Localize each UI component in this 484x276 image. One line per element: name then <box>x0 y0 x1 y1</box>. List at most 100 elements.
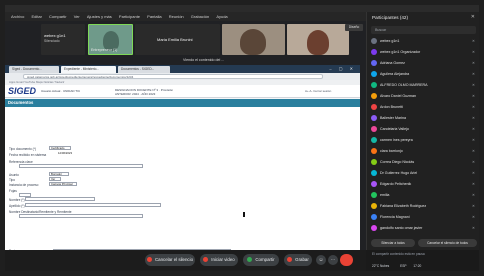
language-indicator[interactable]: ESP <box>400 264 406 268</box>
mic-muted-icon: ✕ <box>471 61 475 65</box>
video-tile-active-speaker[interactable]: Entrepreneur (1) <box>88 24 133 55</box>
participant-row[interactable]: gandolfo santo omar javier ✕ <box>371 224 477 232</box>
video-tile[interactable]: webex g1n1 Silenciado <box>41 24 85 55</box>
apellido-input[interactable] <box>25 203 161 207</box>
mic-muted-icon: ✕ <box>471 215 475 219</box>
menu-item-pantalla[interactable]: Pantalla <box>147 14 161 19</box>
participant-row[interactable]: Candelaria Vallejo ✕ <box>371 125 477 133</box>
participant-row[interactable]: Alvaro Daniel Guzman ✕ <box>371 92 477 100</box>
menu-item-ver[interactable]: Ver <box>74 14 80 19</box>
participant-row[interactable]: Adriana Gomez ✕ <box>371 59 477 67</box>
participant-row[interactable]: carmen ines pereyra ✕ <box>371 136 477 144</box>
menu-item-ajustes[interactable]: Ajustes y más <box>87 14 112 19</box>
menu-item-grabacion[interactable]: Grabación <box>191 14 209 19</box>
share-icon <box>247 257 253 263</box>
close-icon[interactable]: ✕ <box>471 14 475 20</box>
end-meeting-button[interactable] <box>340 254 353 266</box>
participant-row[interactable]: clara barrionjo ✕ <box>371 147 477 155</box>
participant-row[interactable]: Correa Diego Nicolás ✕ <box>371 158 477 166</box>
menu-item-participante[interactable]: Participante <box>119 14 140 19</box>
referencia-input[interactable] <box>19 164 143 168</box>
mute-all-button[interactable]: Silenciar a todos <box>371 239 415 247</box>
menu-item-editar[interactable]: Editar <box>31 14 41 19</box>
document-form: Tipo documento (*) Certificado Fecha rec… <box>5 107 360 264</box>
clock[interactable]: 17:20 <box>413 264 421 268</box>
participant-row[interactable]: webex g1n1 Organizador ✕ <box>371 48 477 56</box>
unmute-button[interactable]: Cancelar el silencio <box>145 254 195 266</box>
person-silhouette <box>307 30 329 55</box>
participant-name: Alvaro Daniel Guzman <box>380 94 416 98</box>
unmute-all-button[interactable]: Cancelar el silencio de todos <box>418 239 477 247</box>
tipo-documento-select[interactable]: Certificado <box>49 146 71 150</box>
menu-item-reunion[interactable]: Reunión <box>169 14 184 19</box>
mic-muted-icon: ✕ <box>471 127 475 131</box>
menu-item-archivo[interactable]: Archivo <box>11 14 24 19</box>
participant-row[interactable]: Edgardo Peltchenik ✕ <box>371 180 477 188</box>
record-button[interactable]: Grabar <box>284 254 312 266</box>
window-controls[interactable]: – ▢ ✕ <box>329 66 356 72</box>
participant-row[interactable]: ALFREDO OLMO MARRERA ✕ <box>371 81 477 89</box>
instancia-select[interactable]: Carpeta Principal <box>49 182 77 186</box>
mic-muted-icon: ✕ <box>471 171 475 175</box>
share-button[interactable]: Compartir <box>243 254 279 266</box>
browser-tab-active[interactable]: Expediente - Ministerio... <box>61 66 116 73</box>
video-tile[interactable] <box>287 24 349 55</box>
participant-name: Fabiana Elizabeth Rodriguez <box>380 204 427 208</box>
participant-row[interactable]: Dr Gutierrez Hugo Ariel ✕ <box>371 169 477 177</box>
participant-row[interactable]: webex g1n1 ✕ <box>371 37 477 45</box>
system-tray: 22°C Nubes ESP 17:20 <box>366 262 479 270</box>
asunto-select[interactable]: Borrador <box>49 172 69 176</box>
avatar <box>371 225 377 231</box>
mic-muted-icon: ✕ <box>471 39 475 43</box>
layout-button[interactable]: Diseño <box>345 24 363 31</box>
avatar <box>371 170 377 176</box>
avatar <box>371 104 377 110</box>
participant-row[interactable]: Ardon Brunetti ✕ <box>371 103 477 111</box>
avatar <box>371 214 377 220</box>
weather-widget[interactable]: 22°C Nubes <box>372 264 389 268</box>
participant-row[interactable]: emilia ✕ <box>371 191 477 199</box>
participant-name: webex g1n1 <box>44 33 66 38</box>
avatar <box>371 71 377 77</box>
participant-row[interactable]: Fabiana Elizabeth Rodriguez ✕ <box>371 202 477 210</box>
browser-tab[interactable]: Documentos - SIGED... <box>118 66 170 73</box>
participant-status: Silenciado <box>44 39 60 43</box>
tipo-select[interactable]: Ver <box>49 177 61 181</box>
avatar <box>371 137 377 143</box>
browser-tab[interactable]: Siged - Documento... <box>9 66 59 73</box>
video-tile[interactable] <box>222 24 285 55</box>
mic-muted-icon: ✕ <box>471 160 475 164</box>
start-video-button[interactable]: Iniciar video <box>200 254 238 266</box>
participant-name: Adriana Gomez <box>380 61 405 65</box>
expediente-subtitle: ANTERIOR: 2024 · AÑO 2023 <box>115 92 156 96</box>
mic-muted-icon: ✕ <box>471 182 475 186</box>
menu-item-compartir[interactable]: Compartir <box>49 14 67 19</box>
pause-notice: El compartir contenido está en pausa <box>372 252 425 256</box>
mic-muted-icon: ✕ <box>471 94 475 98</box>
participant-row[interactable]: Ballester Marina ✕ <box>371 114 477 122</box>
destinatario-input[interactable] <box>19 214 143 218</box>
url-input[interactable]: siged.catamarca.gob.ar/siged/expediente/… <box>23 74 323 79</box>
header-actions[interactable]: A+ A- Cerrar sesión <box>305 89 331 93</box>
avatar <box>371 159 377 165</box>
mic-muted-icon: ✕ <box>471 193 475 197</box>
participant-row[interactable]: Aguilera Alejandra ✕ <box>371 70 477 78</box>
person-silhouette <box>240 29 266 55</box>
reactions-icon[interactable]: ☺ <box>316 255 326 265</box>
field-label: Apellido (*) <box>9 204 25 208</box>
title-bar <box>5 5 479 12</box>
mic-muted-icon: ✕ <box>471 204 475 208</box>
avatar <box>371 82 377 88</box>
section-title: Documentos <box>5 99 360 107</box>
nombre-input[interactable] <box>25 197 95 201</box>
participant-search-input[interactable]: Buscar <box>371 26 476 34</box>
siged-header: SIGED Usuario Actual · UNIDAD TIC DESIGN… <box>5 85 360 98</box>
more-options-icon[interactable]: ⋯ <box>328 255 338 265</box>
menu-item-ayuda[interactable]: Ayuda <box>216 14 227 19</box>
mic-muted-icon: ✕ <box>471 72 475 76</box>
participant-name: gandolfo santo omar javier <box>380 226 423 230</box>
avatar <box>371 49 377 55</box>
video-tile[interactable]: Maria Emilia Brunini <box>135 24 220 55</box>
participant-row[interactable]: Florencia Magnani ✕ <box>371 213 477 221</box>
participant-name: Ballester Marina <box>380 116 406 120</box>
